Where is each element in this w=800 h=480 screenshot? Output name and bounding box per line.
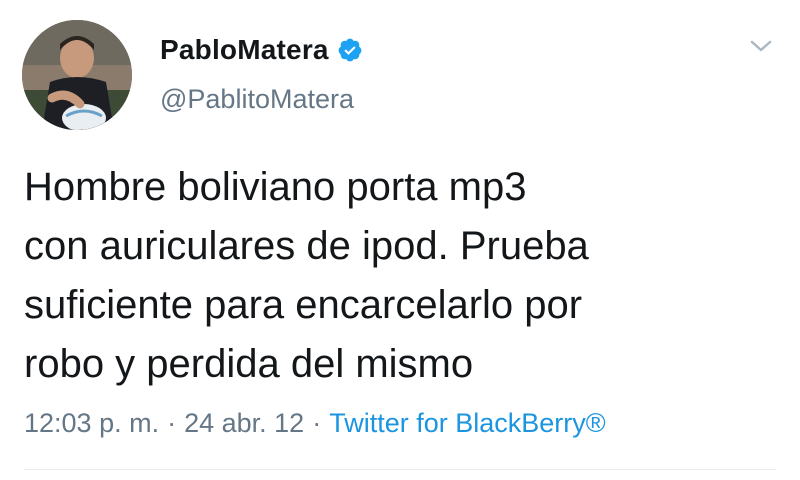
avatar-photo — [22, 20, 132, 130]
tweet-card: PabloMatera @PablitoMatera Hombre bolivi… — [0, 0, 800, 480]
name-row: PabloMatera — [160, 30, 363, 70]
divider — [24, 469, 776, 470]
tweet-source-link[interactable]: Twitter for BlackBerry® — [329, 408, 605, 439]
verified-badge-icon — [337, 37, 363, 63]
avatar[interactable] — [22, 20, 132, 130]
meta-separator: · — [167, 408, 177, 438]
chevron-down-icon[interactable] — [748, 36, 774, 56]
display-name[interactable]: PabloMatera — [160, 34, 329, 66]
tweet-text: Hombre boliviano porta mp3 con auricular… — [24, 165, 589, 386]
meta-separator: · — [312, 408, 322, 438]
tweet-date[interactable]: 24 abr. 12 — [184, 408, 304, 439]
user-handle[interactable]: @PablitoMatera — [160, 84, 354, 115]
tweet-time[interactable]: 12:03 p. m. — [24, 408, 159, 439]
tweet-meta: 12:03 p. m. · 24 abr. 12 · Twitter for B… — [24, 408, 606, 439]
